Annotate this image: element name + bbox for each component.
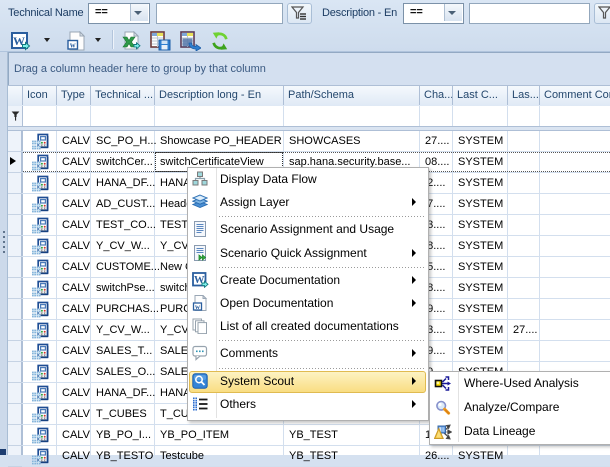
svg-text:w: w bbox=[70, 41, 76, 50]
